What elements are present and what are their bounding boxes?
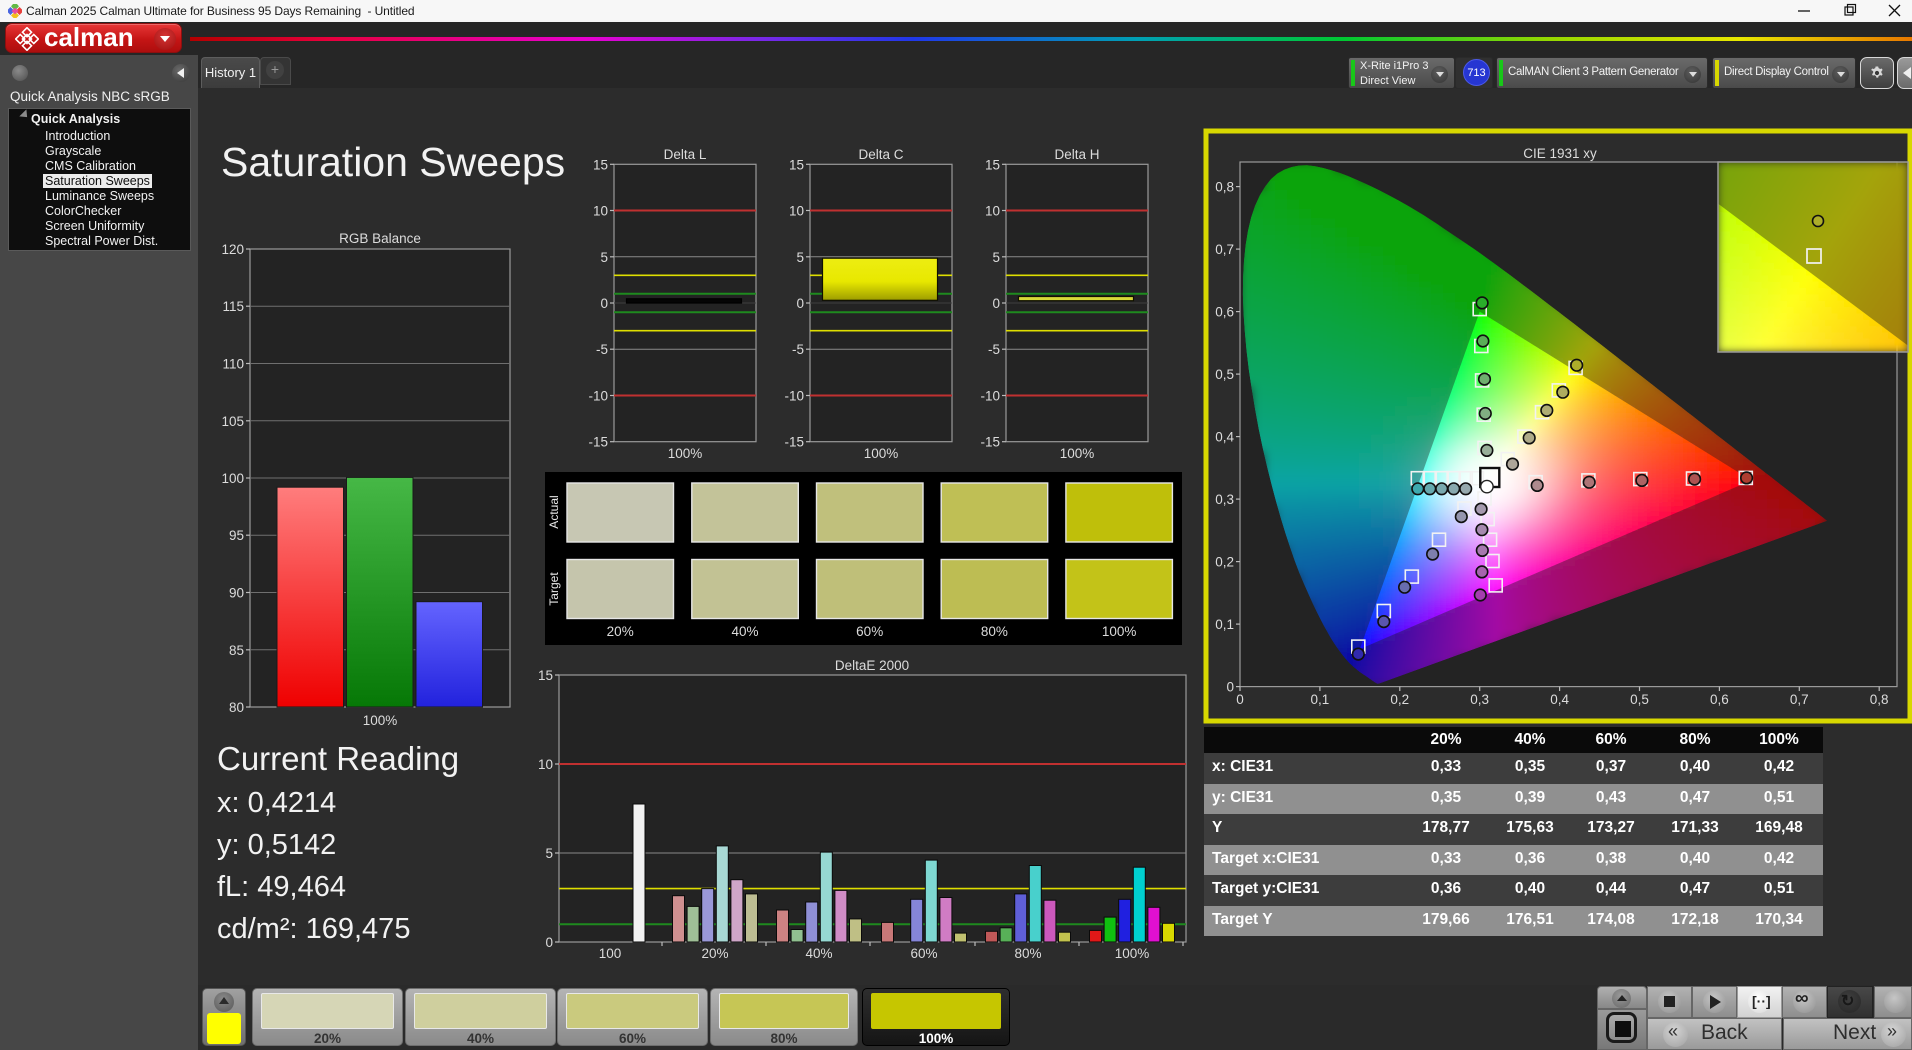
- svg-text:20%: 20%: [607, 624, 634, 639]
- svg-text:-15: -15: [784, 435, 804, 450]
- svg-text:-15: -15: [588, 435, 608, 450]
- svg-text:60%: 60%: [910, 946, 937, 961]
- svg-text:-5: -5: [988, 342, 1000, 357]
- svg-text:85: 85: [229, 643, 244, 658]
- svg-text:-10: -10: [784, 389, 804, 404]
- svg-text:95: 95: [229, 528, 244, 543]
- svg-text:100%: 100%: [864, 446, 899, 461]
- svg-text:0,5: 0,5: [1215, 367, 1234, 382]
- svg-text:Delta H: Delta H: [1054, 147, 1099, 162]
- svg-text:0: 0: [1226, 680, 1234, 695]
- svg-text:15: 15: [789, 157, 804, 172]
- svg-text:0: 0: [796, 296, 804, 311]
- svg-text:-5: -5: [792, 342, 804, 357]
- svg-text:0,6: 0,6: [1215, 305, 1234, 320]
- svg-text:0,4: 0,4: [1550, 692, 1569, 707]
- svg-text:115: 115: [222, 299, 244, 314]
- svg-text:-10: -10: [980, 389, 1000, 404]
- svg-text:15: 15: [538, 668, 553, 683]
- svg-text:90: 90: [229, 586, 244, 601]
- svg-text:0,2: 0,2: [1390, 692, 1409, 707]
- svg-text:100%: 100%: [668, 446, 703, 461]
- svg-text:80: 80: [229, 700, 244, 715]
- svg-text:100: 100: [221, 471, 244, 486]
- svg-text:100%: 100%: [1060, 446, 1095, 461]
- svg-text:5: 5: [600, 250, 608, 265]
- svg-text:0,8: 0,8: [1215, 180, 1234, 195]
- svg-text:60%: 60%: [856, 624, 883, 639]
- svg-text:RGB Balance: RGB Balance: [339, 231, 421, 246]
- svg-text:-10: -10: [588, 389, 608, 404]
- svg-text:0,8: 0,8: [1870, 692, 1889, 707]
- svg-text:Delta C: Delta C: [858, 147, 903, 162]
- svg-text:10: 10: [789, 204, 804, 219]
- svg-text:0,3: 0,3: [1215, 492, 1234, 507]
- svg-text:0: 0: [545, 935, 553, 950]
- svg-text:0,6: 0,6: [1710, 692, 1729, 707]
- svg-text:Actual: Actual: [547, 495, 561, 528]
- svg-text:Delta L: Delta L: [664, 147, 707, 162]
- svg-text:0: 0: [992, 296, 1000, 311]
- svg-text:-15: -15: [980, 435, 1000, 450]
- svg-text:0: 0: [600, 296, 608, 311]
- svg-text:100%: 100%: [1102, 624, 1137, 639]
- svg-text:20%: 20%: [701, 946, 728, 961]
- svg-text:10: 10: [985, 204, 1000, 219]
- svg-text:0,1: 0,1: [1311, 692, 1330, 707]
- svg-text:5: 5: [545, 846, 553, 861]
- svg-text:80%: 80%: [981, 624, 1008, 639]
- svg-text:0,5: 0,5: [1630, 692, 1649, 707]
- svg-text:0,1: 0,1: [1215, 617, 1234, 632]
- svg-text:100: 100: [599, 946, 622, 961]
- svg-text:10: 10: [593, 204, 608, 219]
- svg-text:0,4: 0,4: [1215, 430, 1234, 445]
- svg-text:0,7: 0,7: [1790, 692, 1809, 707]
- svg-text:10: 10: [538, 757, 553, 772]
- svg-text:DeltaE 2000: DeltaE 2000: [835, 658, 909, 673]
- svg-text:Target: Target: [547, 572, 561, 606]
- svg-text:100%: 100%: [363, 713, 398, 728]
- svg-text:5: 5: [796, 250, 804, 265]
- svg-text:0,7: 0,7: [1215, 242, 1234, 257]
- svg-text:0,2: 0,2: [1215, 555, 1234, 570]
- svg-text:CIE 1931 xy: CIE 1931 xy: [1523, 146, 1597, 161]
- svg-text:0,3: 0,3: [1470, 692, 1489, 707]
- svg-text:105: 105: [221, 414, 244, 429]
- svg-text:80%: 80%: [1014, 946, 1041, 961]
- svg-text:100%: 100%: [1115, 946, 1150, 961]
- svg-text:-5: -5: [596, 342, 608, 357]
- svg-text:40%: 40%: [731, 624, 758, 639]
- svg-text:110: 110: [222, 357, 244, 372]
- svg-text:15: 15: [593, 157, 608, 172]
- svg-text:0: 0: [1236, 692, 1244, 707]
- svg-text:120: 120: [221, 242, 244, 257]
- svg-text:5: 5: [992, 250, 1000, 265]
- svg-text:15: 15: [985, 157, 1000, 172]
- svg-text:40%: 40%: [805, 946, 832, 961]
